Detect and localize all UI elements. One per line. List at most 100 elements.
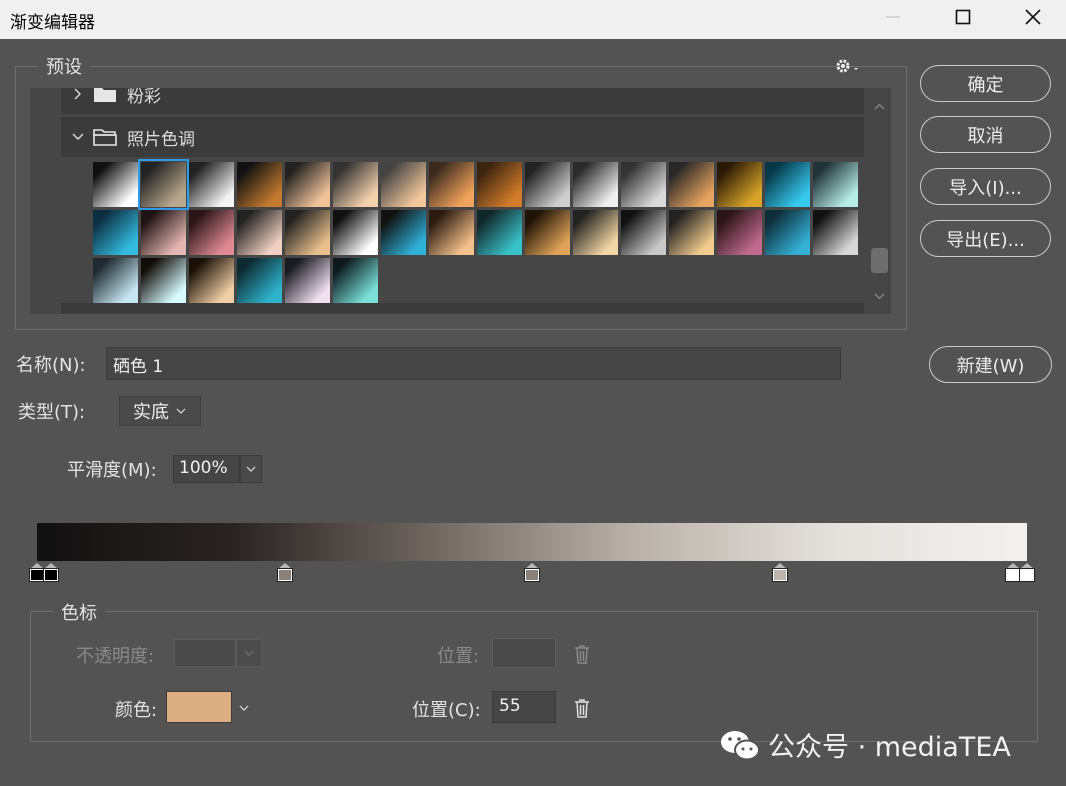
gradient-preset-swatch[interactable] — [189, 258, 234, 303]
type-select-value: 实底 — [133, 402, 169, 423]
gradient-editor-window: 渐变编辑器 预设 粉彩 照片色调 确定 取消 导入(I)... 导出(E)...… — [0, 0, 1066, 786]
minimize-icon — [886, 16, 900, 17]
type-select[interactable]: 实底 — [119, 396, 201, 426]
chevron-down-icon — [246, 466, 256, 472]
gradient-preset-swatch[interactable] — [285, 210, 330, 255]
gradient-preset-swatch[interactable] — [237, 162, 282, 207]
gradient-preset-swatch[interactable] — [573, 162, 618, 207]
gradient-preset-swatch[interactable] — [429, 210, 474, 255]
folder-row-pastel[interactable]: 粉彩 — [61, 88, 864, 114]
wechat-icon — [721, 730, 760, 760]
gradient-preset-swatch[interactable] — [285, 162, 330, 207]
gradient-preset-swatch[interactable] — [669, 162, 714, 207]
new-button[interactable]: 新建(W) — [929, 346, 1052, 383]
gear-icon — [836, 59, 858, 73]
gradient-preset-swatch[interactable] — [573, 210, 618, 255]
folder-label: 粉彩 — [127, 88, 161, 107]
opacity-stop-marker[interactable] — [29, 563, 45, 582]
presets-settings-button[interactable] — [834, 57, 860, 79]
smoothness-label: 平滑度(M): — [67, 460, 157, 481]
ok-button[interactable]: 确定 — [920, 65, 1051, 102]
gradient-preset-swatch[interactable] — [333, 210, 378, 255]
close-button[interactable] — [1010, 0, 1056, 33]
position-label: 位置(C): — [412, 700, 481, 721]
gradient-preset-swatch[interactable] — [333, 258, 378, 303]
gradient-preset-swatch[interactable] — [525, 210, 570, 255]
folder-label: 照片色调 — [127, 129, 195, 150]
gradient-preset-swatch[interactable] — [381, 210, 426, 255]
gradient-preset-swatch[interactable] — [237, 210, 282, 255]
gradient-preset-swatch[interactable] — [813, 162, 858, 207]
chevron-right-icon — [74, 88, 81, 100]
gradient-preset-swatch[interactable] — [381, 162, 426, 207]
title-bar: 渐变编辑器 — [0, 0, 1066, 39]
chevron-down-icon — [72, 133, 84, 140]
gradient-preset-swatch[interactable] — [429, 162, 474, 207]
opacity-input — [174, 639, 236, 667]
gradient-preset-swatch[interactable] — [141, 210, 186, 255]
gradient-preset-swatch[interactable] — [477, 162, 522, 207]
presets-scrollbar[interactable] — [868, 88, 891, 314]
position-input[interactable]: 55 — [492, 691, 556, 723]
smoothness-input[interactable]: 100% — [173, 455, 240, 483]
gradient-preset-swatch[interactable] — [138, 159, 189, 210]
name-input[interactable]: 硒色 1 — [106, 347, 841, 380]
opacity-label: 不透明度: — [76, 646, 155, 667]
folder-row-photo-tone[interactable]: 照片色调 — [61, 117, 864, 157]
chevron-down-icon[interactable] — [238, 703, 250, 713]
gradient-preset-swatch[interactable] — [477, 210, 522, 255]
watermark: 公众号 · mediaTEA — [718, 725, 1011, 764]
scrollbar-thumb[interactable] — [871, 248, 888, 273]
name-label: 名称(N): — [16, 355, 86, 376]
presets-legend: 预设 — [38, 53, 90, 79]
color-stop-marker[interactable] — [524, 563, 540, 582]
trash-icon — [575, 645, 589, 664]
maximize-button[interactable] — [940, 0, 986, 33]
presets-list: 粉彩 照片色调 — [30, 88, 891, 314]
color-stops-legend: 色标 — [53, 599, 105, 625]
gradient-preset-swatch[interactable] — [141, 258, 186, 303]
list-footer-bar — [61, 303, 864, 314]
opacity-stop-marker[interactable] — [1005, 563, 1021, 582]
gradient-preset-swatch[interactable] — [189, 162, 234, 207]
gradient-preset-swatch[interactable] — [333, 162, 378, 207]
color-stop-marker[interactable] — [1019, 563, 1035, 582]
trash-icon[interactable] — [572, 697, 592, 719]
maximize-icon — [955, 9, 971, 24]
folder-open-icon — [93, 129, 117, 146]
gradient-preset-swatch[interactable] — [93, 258, 138, 303]
close-icon — [1025, 8, 1041, 25]
color-swatch[interactable] — [166, 691, 232, 723]
gradient-preset-swatch[interactable] — [285, 258, 330, 303]
gradient-preset-swatch[interactable] — [717, 162, 762, 207]
color-stop-marker[interactable] — [276, 563, 293, 582]
gradient-preset-swatch[interactable] — [93, 162, 138, 207]
gradient-preset-swatch[interactable] — [93, 210, 138, 255]
chevron-down-icon — [244, 650, 254, 656]
scroll-up-icon — [874, 103, 885, 110]
gradient-preset-swatch[interactable] — [237, 258, 282, 303]
color-stop-marker[interactable] — [43, 563, 59, 582]
gradient-preset-swatch[interactable] — [525, 162, 570, 207]
gradient-preset-swatch[interactable] — [621, 210, 666, 255]
gradient-preview-bar[interactable] — [37, 523, 1027, 561]
opacity-dropdown — [236, 639, 262, 667]
minimize-button[interactable] — [870, 0, 916, 33]
opacity-position-input — [492, 638, 556, 668]
cancel-button[interactable]: 取消 — [920, 116, 1051, 153]
gradient-preset-swatch[interactable] — [813, 210, 858, 255]
import-button[interactable]: 导入(I)... — [920, 168, 1051, 205]
gradient-preset-swatch[interactable] — [621, 162, 666, 207]
chevron-down-icon — [176, 408, 186, 414]
gradient-preset-swatch[interactable] — [765, 162, 810, 207]
export-button[interactable]: 导出(E)... — [920, 220, 1051, 257]
gradient-preset-swatch[interactable] — [189, 210, 234, 255]
gradient-preset-swatch[interactable] — [717, 210, 762, 255]
gradient-preset-swatch[interactable] — [765, 210, 810, 255]
color-stop-marker[interactable] — [771, 563, 788, 582]
window-title: 渐变编辑器 — [10, 13, 95, 33]
smoothness-dropdown[interactable] — [240, 455, 262, 483]
opacity-position-label: 位置: — [437, 646, 480, 667]
color-label: 颜色: — [115, 700, 158, 721]
gradient-preset-swatch[interactable] — [669, 210, 714, 255]
